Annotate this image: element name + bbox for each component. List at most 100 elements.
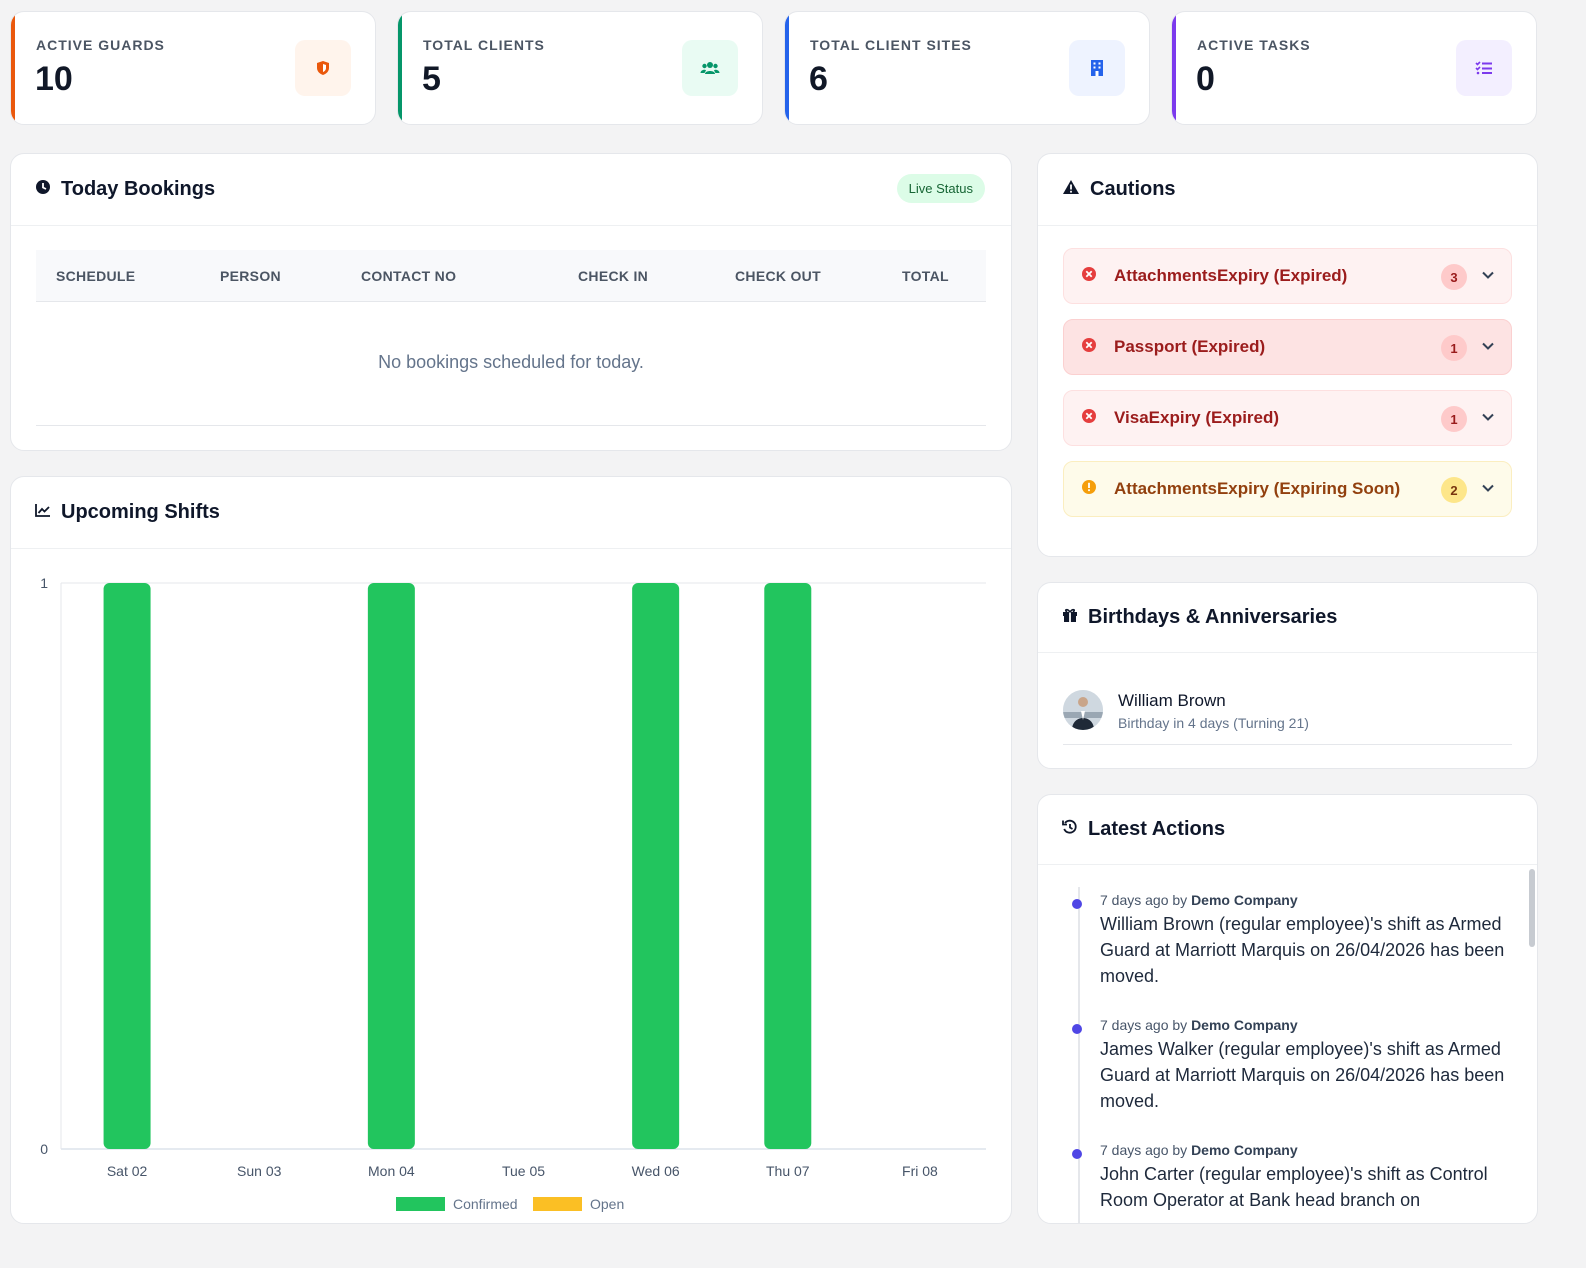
birthday-detail: Birthday in 4 days (Turning 21) [1118,715,1309,731]
stat-value: 5 [422,60,441,98]
upcoming-shifts-chart: 0 1 Sat 02 Sun 03 Mon 04 Tue 05 Wed 06 Thu 07 Fr… [40,575,986,1212]
caution-count-badge: 3 [1441,264,1467,290]
error-circle-icon [1081,266,1097,287]
card-title: Latest Actions [1088,818,1226,840]
upcoming-shifts-card: Upcoming Shifts 0 1 Sat 02 Sun 03 Mon 04 Tue … [10,476,1012,1224]
stat-card-active-guards[interactable]: ACTIVE GUARDS 10 [10,11,376,125]
x-tick-label: Wed 06 [632,1163,680,1179]
action-author: Demo Company [1191,1017,1298,1033]
caution-count-badge: 1 [1441,406,1467,432]
stat-label: ACTIVE GUARDS [36,37,165,53]
stat-value: 10 [35,60,73,98]
chevron-down-icon[interactable] [1481,410,1495,429]
action-item: 7 days ago by Demo Company William Brown… [1072,892,1513,989]
action-meta: 7 days ago by Demo Company [1100,892,1513,908]
accent-bar [398,12,402,124]
action-item: 7 days ago by Demo Company James Walker … [1072,1017,1513,1114]
caution-item[interactable]: VisaExpiry (Expired) 1 [1063,390,1512,446]
action-author: Demo Company [1191,892,1298,908]
caution-label: AttachmentsExpiry (Expired) [1114,266,1348,285]
error-circle-icon [1081,408,1097,429]
person-name: William Brown [1118,691,1226,710]
live-status-badge: Live Status [896,174,985,203]
legend-label: Open [590,1196,624,1212]
legend-label: Confirmed [453,1196,518,1212]
latest-actions-card: Latest Actions 7 days ago by Demo Compan… [1037,794,1538,1224]
timeline-dot [1072,1024,1082,1034]
scrollbar-thumb[interactable] [1529,869,1535,947]
chevron-down-icon[interactable] [1481,268,1495,287]
history-icon [1062,819,1078,840]
caution-item[interactable]: Passport (Expired) 1 [1063,319,1512,375]
caution-item[interactable]: AttachmentsExpiry (Expiring Soon) 2 [1063,461,1512,517]
stat-card-total-client-sites[interactable]: TOTAL CLIENT SITES 6 [784,11,1150,125]
column-header-check-out[interactable]: CHECK OUT [735,268,821,284]
x-tick-label: Sun 03 [237,1163,282,1179]
shield-icon [295,40,351,96]
table-divider [36,425,986,426]
list-item[interactable]: William Brown Birthday in 4 days (Turnin… [1063,678,1512,745]
chevron-down-icon[interactable] [1481,481,1495,500]
y-tick-label: 0 [40,1141,48,1157]
action-time: 7 days ago by [1100,1017,1188,1033]
actions-scroll-area[interactable]: 7 days ago by Demo Company William Brown… [1038,867,1537,1223]
exclamation-circle-icon [1081,479,1097,500]
timeline-line [1078,887,1080,1223]
accent-bar [11,12,15,124]
legend-swatch [396,1197,445,1211]
card-title: Upcoming Shifts [61,501,220,523]
card-header: Latest Actions [1038,795,1537,865]
x-tick-label: Sat 02 [107,1163,148,1179]
column-header-schedule[interactable]: SCHEDULE [56,268,135,284]
x-tick-label: Mon 04 [368,1163,415,1179]
column-header-total[interactable]: TOTAL [902,268,949,284]
building-icon [1069,40,1125,96]
birthdays-card: Birthdays & Anniversaries William Brown … [1037,582,1538,769]
stat-value: 6 [809,60,828,98]
task-list-icon [1456,40,1512,96]
accent-bar [1172,12,1176,124]
action-meta: 7 days ago by Demo Company [1100,1017,1513,1033]
caution-label: VisaExpiry (Expired) [1114,408,1280,427]
bar-confirmed [103,583,151,1149]
bar-confirmed [367,583,415,1149]
card-header: Today Bookings [11,154,1011,226]
chart-line-icon [35,503,51,522]
today-bookings-card: Today Bookings Live Status SCHEDULE PERS… [10,153,1012,451]
caution-label: Passport (Expired) [1114,337,1266,356]
stat-label: TOTAL CLIENTS [423,37,545,53]
table-header: SCHEDULE PERSON CONTACT NO CHECK IN CHEC… [36,250,986,302]
gift-icon [1062,607,1078,628]
caution-item[interactable]: AttachmentsExpiry (Expired) 3 [1063,248,1512,304]
column-header-check-in[interactable]: CHECK IN [578,268,648,284]
card-title: Cautions [1090,178,1176,200]
x-tick-label: Tue 05 [502,1163,545,1179]
users-icon [682,40,738,96]
chevron-down-icon[interactable] [1481,339,1495,358]
caution-label: AttachmentsExpiry (Expiring Soon) [1114,479,1401,498]
stat-label: ACTIVE TASKS [1197,37,1311,53]
card-title: Today Bookings [61,178,216,200]
error-circle-icon [1081,337,1097,358]
x-tick-label: Thu 07 [766,1163,810,1179]
caution-count-badge: 1 [1441,335,1467,361]
action-item: 7 days ago by Demo Company John Carter (… [1072,1142,1513,1213]
avatar [1063,690,1103,730]
empty-bookings-message: No bookings scheduled for today. [378,352,644,372]
action-text: John Carter (regular employee)'s shift a… [1100,1164,1488,1210]
action-meta: 7 days ago by Demo Company [1100,1142,1513,1158]
x-tick-label: Fri 08 [902,1163,938,1179]
warning-icon [1062,179,1080,200]
action-time: 7 days ago by [1100,892,1188,908]
column-header-person[interactable]: PERSON [220,268,281,284]
bar-confirmed [764,583,812,1149]
card-header: Upcoming Shifts [11,477,1011,549]
clock-icon [35,179,51,200]
card-header: Birthdays & Anniversaries [1038,583,1537,653]
stat-label: TOTAL CLIENT SITES [810,37,972,53]
bar-confirmed [632,583,680,1149]
card-header: Cautions [1038,154,1537,226]
stat-card-active-tasks[interactable]: ACTIVE TASKS 0 [1171,11,1537,125]
column-header-contact[interactable]: CONTACT NO [361,268,456,284]
stat-card-total-clients[interactable]: TOTAL CLIENTS 5 [397,11,763,125]
